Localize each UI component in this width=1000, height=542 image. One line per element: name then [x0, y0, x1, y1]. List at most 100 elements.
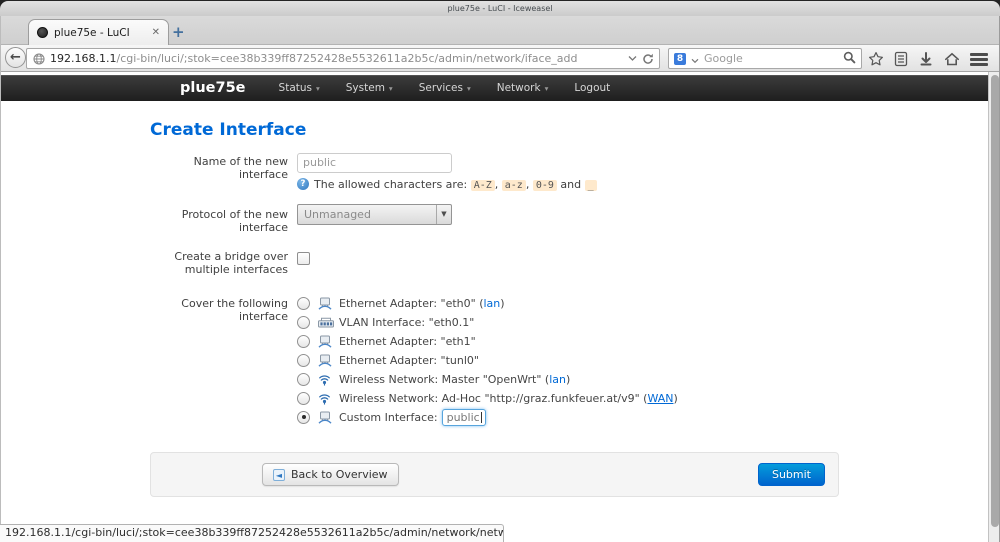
protocol-select[interactable]: Unmanaged ▼	[297, 204, 452, 225]
radio-button[interactable]	[297, 392, 310, 405]
ethernet-icon	[318, 297, 334, 310]
search-placeholder: Google	[704, 52, 838, 65]
select-arrow-icon[interactable]: ▼	[436, 205, 451, 224]
allowed-char-code: _	[585, 180, 597, 191]
tab-close-icon[interactable]: ✕	[152, 27, 160, 38]
lan-link[interactable]: lan	[549, 373, 566, 386]
wifi-icon	[318, 373, 334, 386]
bridge-checkbox[interactable]	[297, 252, 310, 265]
radio-button[interactable]	[297, 354, 310, 367]
interface-name-input[interactable]	[297, 153, 452, 173]
help-text-segment: and	[557, 178, 585, 191]
interface-option-label: VLAN Interface: "eth0.1"	[339, 316, 474, 329]
interface-option[interactable]: Wireless Network: Master "OpenWrt" (lan)	[297, 370, 840, 389]
interface-option-label: Ethernet Adapter: "tunl0"	[339, 354, 479, 367]
nav-item-logout[interactable]: Logout	[561, 82, 623, 94]
help-icon: ?	[297, 178, 309, 190]
wifi-icon	[318, 392, 334, 405]
downloads-icon[interactable]	[918, 51, 934, 67]
name-help: ? The allowed characters are: A-Z, a-z, …	[297, 178, 840, 191]
url-path: /cgi-bin/luci/;stok=cee38b339ff87252428e…	[116, 52, 577, 65]
titlebar: plue75e - LuCI - Iceweasel	[0, 1, 1000, 16]
allowed-char-code: 0-9	[533, 180, 557, 191]
interface-option-label: Custom Interface:	[339, 411, 438, 424]
submit-button[interactable]: Submit	[758, 463, 825, 486]
protocol-selected-value: Unmanaged	[304, 208, 371, 221]
ethernet-icon	[318, 411, 334, 424]
browser-toolbar: ← 192.168.1.1/cgi-bin/luci/;stok=cee38b3…	[0, 45, 1000, 72]
tab-favicon-icon	[37, 27, 48, 38]
cover-label: Cover the following interface	[150, 294, 288, 323]
window-frame: plue75e - LuCI - Iceweasel	[0, 0, 1000, 16]
interface-option[interactable]: Wireless Network: Ad-Hoc "http://graz.fu…	[297, 389, 840, 408]
page-actions: ◄ Back to Overview Submit	[150, 452, 839, 497]
nav-item-system[interactable]: System▾	[333, 82, 406, 94]
new-tab-button[interactable]: +	[172, 23, 185, 41]
text-caret	[481, 412, 482, 423]
interface-option-label: Ethernet Adapter: "eth1"	[339, 335, 476, 348]
engine-dropdown-icon[interactable]	[691, 49, 699, 68]
menu-icon[interactable]	[970, 53, 988, 68]
interface-option[interactable]: Ethernet Adapter: "eth0" (lan)	[297, 294, 840, 313]
help-text-segment: ,	[495, 178, 502, 191]
globe-icon	[33, 53, 45, 65]
interface-option[interactable]: Ethernet Adapter: "tunl0"	[297, 351, 840, 370]
url-text[interactable]: 192.168.1.1/cgi-bin/luci/;stok=cee38b339…	[50, 52, 623, 65]
url-domain: 192.168.1.1	[50, 52, 116, 65]
browser-tab[interactable]: plue75e - LuCI ✕	[28, 19, 169, 45]
help-text-segment: ,	[526, 178, 533, 191]
interface-option-label: Wireless Network: Master "OpenWrt" (lan)	[339, 373, 570, 386]
luci-menu: Status▾System▾Services▾Network▾Logout	[266, 82, 624, 94]
radio-button[interactable]	[297, 373, 310, 386]
search-icon[interactable]	[843, 49, 856, 68]
tab-title: plue75e - LuCI	[54, 27, 146, 39]
radio-button[interactable]	[297, 316, 310, 329]
google-engine-icon[interactable]: 8	[674, 53, 686, 65]
wan-link[interactable]: WAN	[647, 392, 673, 405]
main-content: Create Interface Name of the new interfa…	[150, 101, 840, 427]
bookmark-star-icon[interactable]	[868, 51, 884, 67]
name-row: Name of the new interface ? The allowed …	[150, 151, 840, 191]
hostname-brand[interactable]: plue75e	[180, 80, 246, 96]
back-button[interactable]: ←	[5, 47, 26, 68]
back-arrow-icon: ◄	[273, 469, 285, 481]
radio-button[interactable]	[297, 335, 310, 348]
scrollbar-thumb[interactable]	[991, 75, 999, 527]
caret-down-icon: ▾	[545, 84, 549, 93]
url-bar[interactable]: 192.168.1.1/cgi-bin/luci/;stok=cee38b339…	[26, 48, 660, 69]
caret-down-icon: ▾	[389, 84, 393, 93]
url-dropdown-icon[interactable]	[628, 55, 637, 62]
custom-interface-value: public	[447, 411, 480, 424]
allowed-char-code: A-Z	[471, 180, 495, 191]
interface-options-list: Ethernet Adapter: "eth0" (lan) VLAN Inter…	[297, 294, 840, 427]
window-title: plue75e - LuCI - Iceweasel	[0, 1, 1000, 16]
nav-item-network[interactable]: Network▾	[484, 82, 562, 94]
window-left-edge	[0, 16, 1, 542]
lan-link[interactable]: lan	[484, 297, 501, 310]
cover-row: Cover the following interface Ethernet A…	[150, 294, 840, 427]
bookmarks-list-icon[interactable]	[893, 51, 909, 67]
reload-icon[interactable]	[642, 53, 654, 65]
nav-item-status[interactable]: Status▾	[266, 82, 333, 94]
interface-option[interactable]: VLAN Interface: "eth0.1"	[297, 313, 840, 332]
custom-interface-input[interactable]: public	[442, 409, 486, 426]
vlan-icon	[318, 316, 334, 329]
caret-down-icon: ▾	[316, 84, 320, 93]
back-to-overview-button[interactable]: ◄ Back to Overview	[262, 463, 399, 486]
ethernet-icon	[318, 354, 334, 367]
help-text: The allowed characters are: A-Z, a-z, 0-…	[314, 178, 597, 191]
home-icon[interactable]	[944, 51, 960, 67]
nav-item-services[interactable]: Services▾	[406, 82, 484, 94]
interface-option[interactable]: Ethernet Adapter: "eth1"	[297, 332, 840, 351]
bridge-label: Create a bridge over multiple interfaces	[150, 249, 288, 276]
interface-option-label: Ethernet Adapter: "eth0" (lan)	[339, 297, 505, 310]
protocol-row: Protocol of the new interface Unmanaged …	[150, 204, 840, 234]
link-target-statusbar: 192.168.1.1/cgi-bin/luci/;stok=cee38b339…	[0, 524, 504, 542]
search-input[interactable]: 8 Google	[668, 48, 862, 69]
name-label: Name of the new interface	[150, 151, 288, 181]
protocol-label: Protocol of the new interface	[150, 204, 288, 234]
interface-option[interactable]: Custom Interface: public	[297, 408, 840, 427]
page-title: Create Interface	[150, 120, 840, 140]
radio-button[interactable]	[297, 297, 310, 310]
radio-button[interactable]	[297, 411, 310, 424]
